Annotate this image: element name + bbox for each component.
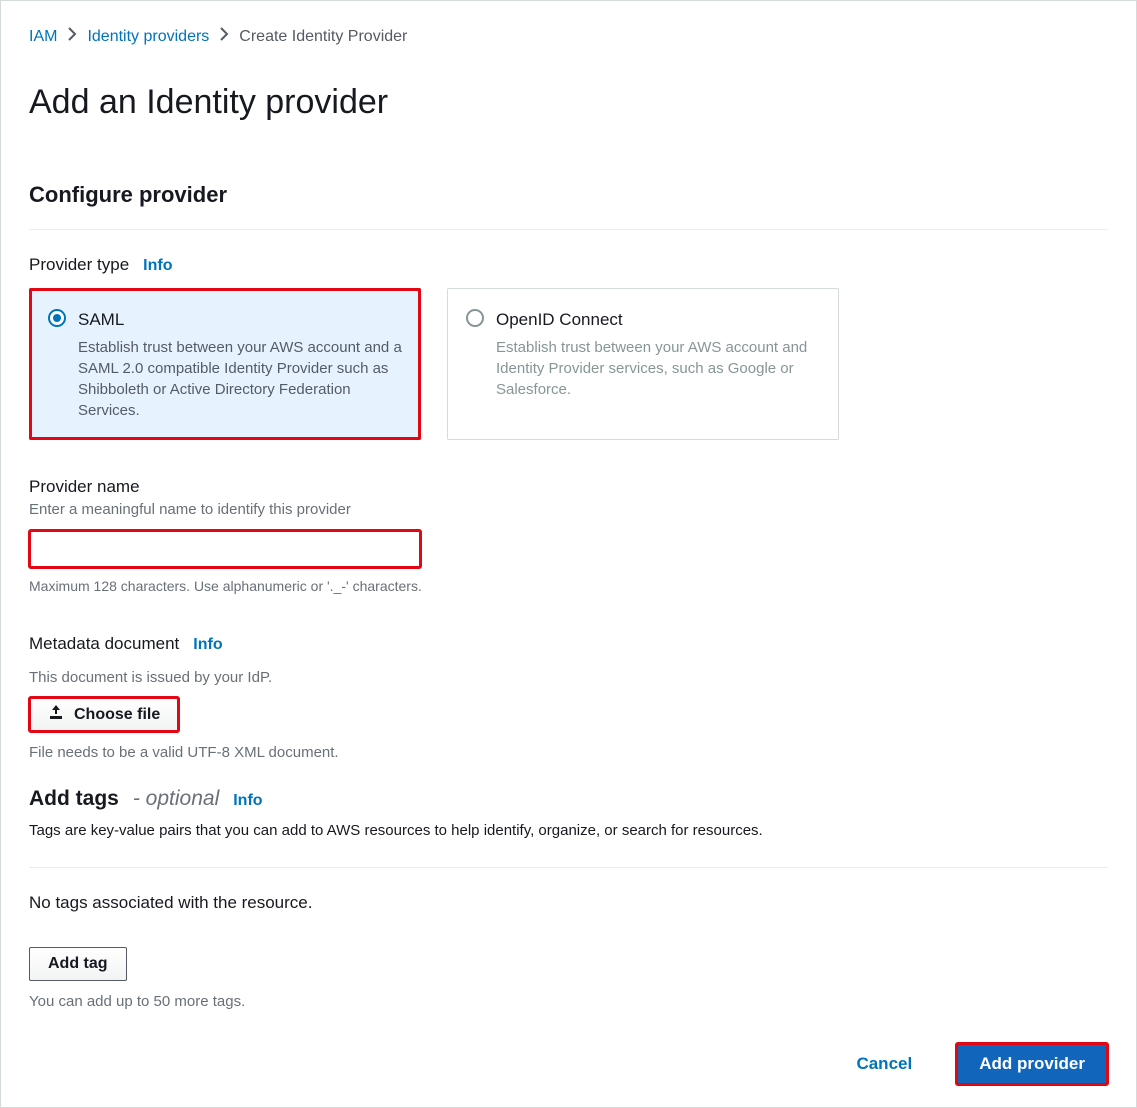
radio-icon	[48, 309, 66, 327]
tags-helper: You can add up to 50 more tags.	[29, 991, 1108, 1014]
tags-optional-label: - optional	[133, 783, 219, 815]
metadata-desc: This document is issued by your IdP.	[29, 667, 1108, 690]
chevron-right-icon	[219, 25, 229, 49]
metadata-helper: File needs to be a valid UTF-8 XML docum…	[29, 742, 1108, 765]
radio-card-saml[interactable]: SAML Establish trust between your AWS ac…	[29, 288, 421, 440]
provider-type-radio-group: SAML Establish trust between your AWS ac…	[29, 288, 1108, 440]
divider	[29, 867, 1108, 868]
radio-card-openid-connect[interactable]: OpenID Connect Establish trust between y…	[447, 288, 839, 440]
provider-name-label: Provider name	[29, 474, 1108, 500]
tags-title-row: Add tags - optional Info	[29, 783, 1108, 815]
tags-desc: Tags are key-value pairs that you can ad…	[29, 820, 1108, 843]
metadata-section: Metadata document Info This document is …	[29, 631, 1108, 765]
footer-actions: Cancel Add provider	[838, 1043, 1108, 1085]
add-tag-label: Add tag	[48, 955, 108, 973]
breadcrumb: IAM Identity providers Create Identity P…	[29, 25, 1108, 49]
provider-name-input[interactable]	[29, 530, 421, 568]
tags-title: Add tags	[29, 783, 119, 815]
metadata-label: Metadata document	[29, 631, 179, 657]
provider-type-label: Provider type	[29, 252, 129, 278]
info-link-tags[interactable]: Info	[233, 789, 262, 813]
provider-type-label-row: Provider type Info	[29, 252, 1108, 278]
divider	[29, 229, 1108, 230]
choose-file-button[interactable]: Choose file	[29, 697, 179, 732]
upload-icon	[48, 705, 64, 724]
no-tags-text: No tags associated with the resource.	[29, 890, 1108, 916]
radio-title-oidc: OpenID Connect	[496, 307, 820, 333]
radio-desc-saml: Establish trust between your AWS account…	[78, 337, 402, 421]
info-link-provider-type[interactable]: Info	[143, 254, 172, 278]
breadcrumb-link-identity-providers[interactable]: Identity providers	[87, 25, 209, 49]
provider-name-section: Provider name Enter a meaningful name to…	[29, 474, 1108, 597]
breadcrumb-link-iam[interactable]: IAM	[29, 25, 57, 49]
radio-desc-oidc: Establish trust between your AWS account…	[496, 337, 820, 400]
section-title-configure: Configure provider	[29, 178, 1108, 211]
radio-title-saml: SAML	[78, 307, 402, 333]
chevron-right-icon	[67, 25, 77, 49]
radio-icon	[466, 309, 484, 327]
page-container: IAM Identity providers Create Identity P…	[0, 0, 1137, 1108]
cancel-button[interactable]: Cancel	[838, 1044, 930, 1084]
provider-name-helper: Maximum 128 characters. Use alphanumeric…	[29, 576, 1108, 597]
breadcrumb-current: Create Identity Provider	[239, 25, 407, 49]
add-tag-button[interactable]: Add tag	[29, 947, 127, 981]
provider-name-desc: Enter a meaningful name to identify this…	[29, 499, 1108, 522]
add-provider-button[interactable]: Add provider	[956, 1043, 1108, 1085]
choose-file-label: Choose file	[74, 706, 160, 724]
info-link-metadata[interactable]: Info	[193, 633, 222, 657]
page-title: Add an Identity provider	[29, 77, 1108, 128]
